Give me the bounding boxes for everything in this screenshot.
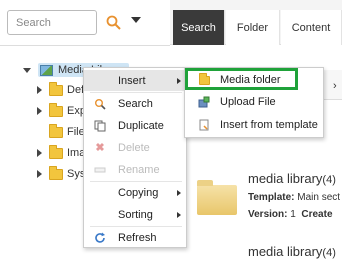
delete-icon: ✖	[95, 142, 105, 154]
media-library-icon	[40, 64, 53, 76]
folder-icon	[49, 144, 63, 159]
template-icon	[198, 119, 210, 131]
content-item-title[interactable]: media library(4)	[248, 171, 336, 186]
expand-chevron-icon[interactable]	[37, 107, 42, 115]
tree-node[interactable]: Syst	[37, 165, 88, 183]
menu-item-delete[interactable]: ✖ Delete	[84, 137, 186, 158]
submenu-arrow-icon	[177, 211, 181, 218]
refresh-icon	[94, 232, 106, 244]
submenu-item-label: Insert from template	[220, 119, 318, 131]
menu-item-label: Rename	[118, 163, 160, 176]
tree-node[interactable]: Def	[37, 81, 84, 99]
content-item-template: Template: Main sect	[248, 192, 341, 203]
tree-node[interactable]: Exp	[37, 102, 86, 120]
submenu-item-label: Upload File	[220, 96, 276, 108]
folder-icon	[49, 81, 63, 96]
menu-item-insert[interactable]: Insert	[84, 70, 186, 91]
expand-chevron-icon[interactable]	[37, 86, 42, 94]
submenu-item-upload-file[interactable]: Upload File	[185, 92, 323, 112]
media-folder-highlight	[185, 68, 298, 90]
menu-item-label: Duplicate	[118, 119, 164, 132]
menu-item-search[interactable]: Search	[84, 93, 186, 114]
rename-icon	[94, 164, 106, 176]
expand-chevron-icon[interactable]	[37, 170, 42, 178]
submenu-arrow-icon	[177, 189, 181, 196]
duplicate-icon	[94, 120, 106, 132]
menu-item-label: Sorting	[118, 208, 153, 221]
expand-chevron-icon[interactable]	[23, 67, 31, 73]
menu-item-label: Copying	[118, 186, 159, 199]
menu-item-duplicate[interactable]: Duplicate	[84, 115, 186, 136]
menu-item-label: Delete	[118, 141, 150, 154]
context-menu: Insert Search Duplicate ✖ Delete Rename …	[83, 67, 187, 248]
menu-item-copying[interactable]: Copying	[84, 182, 186, 203]
expand-chevron-icon[interactable]	[37, 149, 42, 157]
menu-item-rename[interactable]: Rename	[84, 159, 186, 180]
menu-item-label: Insert	[118, 74, 146, 87]
submenu-item-insert-from-template[interactable]: Insert from template	[185, 115, 323, 135]
content-item-version: Version: 1 Create	[248, 209, 333, 220]
content-item-title[interactable]: media library(4)	[248, 244, 336, 259]
folder-icon	[49, 102, 63, 117]
search-icon[interactable]	[105, 14, 123, 32]
submenu-arrow-icon	[177, 77, 181, 84]
upload-icon	[198, 96, 210, 108]
menu-item-label: Refresh	[118, 231, 157, 244]
tab-search[interactable]: Search	[173, 10, 225, 45]
tree-node-label: Def	[67, 84, 85, 96]
tree-node[interactable]: File	[49, 123, 85, 141]
tab-content[interactable]: Content	[281, 10, 342, 45]
search-options-chevron-down-icon[interactable]	[131, 17, 141, 23]
menu-item-refresh[interactable]: Refresh	[84, 227, 186, 248]
menu-item-sorting[interactable]: Sorting	[84, 204, 186, 225]
toolbar-more-chevron-icon[interactable]: ›	[333, 80, 337, 92]
tab-folder[interactable]: Folder	[226, 10, 280, 45]
tree-node[interactable]: Ima	[37, 144, 85, 162]
menu-item-label: Search	[118, 97, 153, 110]
tab-bar: Search Folder Content	[170, 0, 342, 45]
search-icon	[94, 98, 106, 110]
search-input[interactable]	[7, 10, 97, 35]
folder-thumbnail-icon[interactable]	[197, 180, 237, 215]
folder-icon	[49, 123, 63, 138]
folder-icon	[49, 165, 63, 180]
